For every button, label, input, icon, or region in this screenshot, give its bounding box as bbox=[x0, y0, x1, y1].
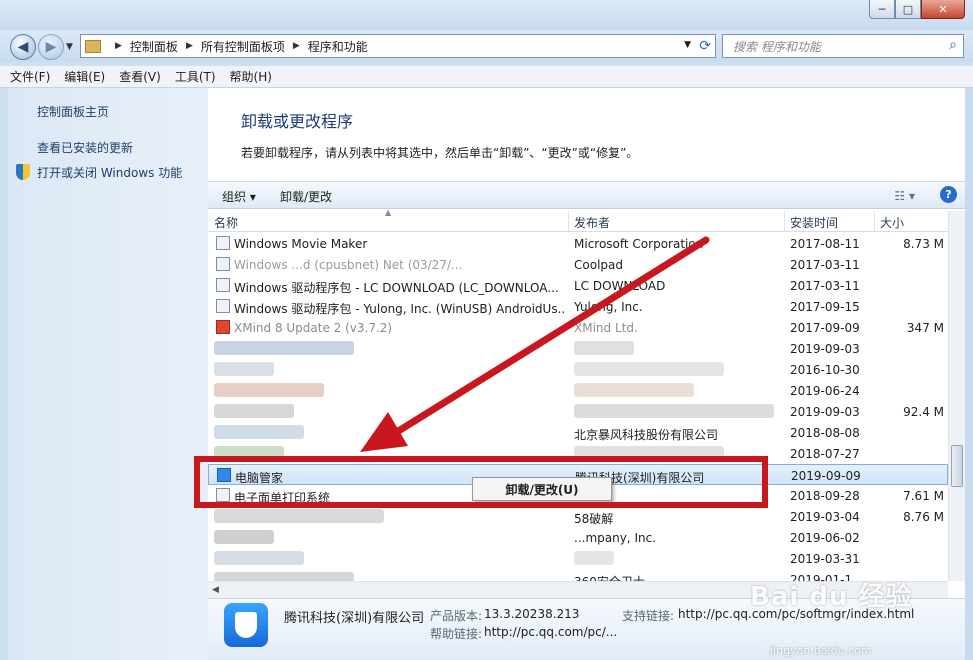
annotation-arrow bbox=[360, 236, 710, 452]
arrow-shaft bbox=[388, 236, 710, 439]
watermark-logo: Bai du 经验 bbox=[750, 582, 913, 612]
watermark-url: jingyan.baidu.com bbox=[770, 644, 872, 657]
